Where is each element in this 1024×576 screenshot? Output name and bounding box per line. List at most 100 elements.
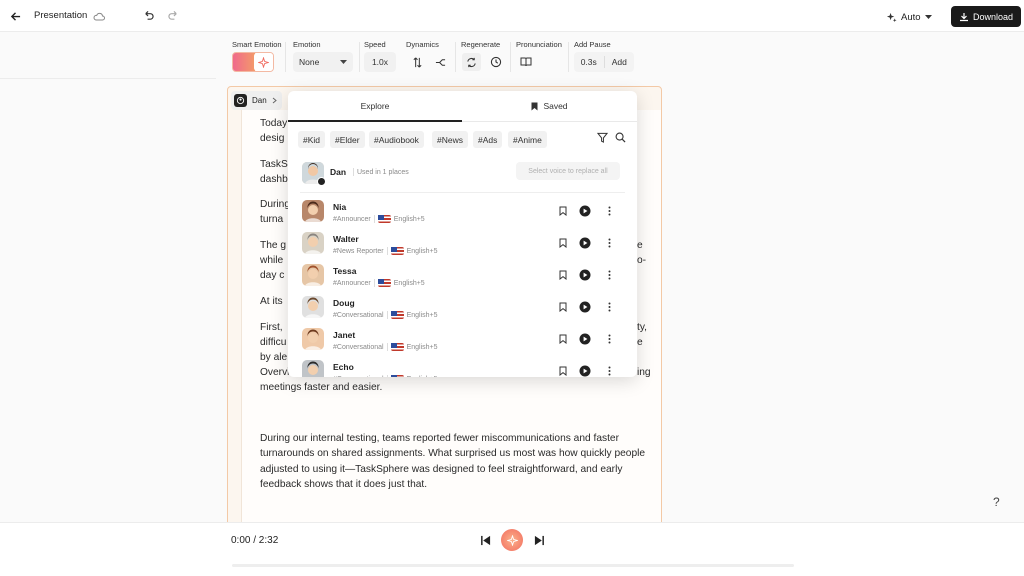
playback-time: 0:00 / 2:32 <box>231 535 279 546</box>
text-fragment: difficu <box>260 337 287 348</box>
smart-emotion-label: Smart Emotion <box>232 40 282 49</box>
smart-emotion-knob[interactable] <box>254 53 273 71</box>
more-options-icon[interactable] <box>603 301 615 313</box>
tag-chip[interactable]: #News <box>432 131 468 148</box>
tab-saved-label: Saved <box>543 101 568 111</box>
tab-saved[interactable]: Saved <box>462 91 637 121</box>
voice-name: Echo <box>333 362 354 372</box>
divider <box>0 78 216 79</box>
skip-back-icon[interactable] <box>479 534 491 546</box>
tag-chip[interactable]: #Anime <box>508 131 547 148</box>
voice-tag: #Conversational <box>333 376 384 378</box>
voice-meta: #Announcer English+5 <box>333 279 425 287</box>
us-flag-icon <box>377 279 391 287</box>
voice-tag: #Announcer <box>333 215 371 223</box>
progress-scrubber[interactable] <box>232 564 794 567</box>
voice-row[interactable]: Tessa #Announcer English+5 <box>288 264 637 296</box>
voice-tag: #Announcer <box>333 279 371 287</box>
text-fragment: e <box>637 240 643 251</box>
more-options-icon[interactable] <box>603 269 615 281</box>
search-icon[interactable] <box>614 131 626 143</box>
us-flag-icon <box>390 311 404 319</box>
text-fragment: The g <box>260 240 287 251</box>
undo-icon[interactable] <box>142 9 155 22</box>
replace-all-select[interactable]: Select voice to replace all <box>516 162 620 180</box>
download-button[interactable]: Download <box>951 6 1021 27</box>
bookmark-icon <box>531 102 538 110</box>
tag-chip[interactable]: #Ads <box>473 131 503 148</box>
dynamics-label: Dynamics <box>406 40 439 49</box>
play-preview-icon[interactable] <box>579 365 591 377</box>
sparkle-icon <box>258 56 269 68</box>
play-preview-icon[interactable] <box>579 269 591 281</box>
add-pause-button[interactable]: Add <box>605 57 635 67</box>
text-fragment: while <box>260 255 284 266</box>
voice-avatar <box>302 232 324 254</box>
text-fragment: Overvi <box>260 367 290 378</box>
text-fragment: TaskS <box>260 159 288 170</box>
play-preview-icon[interactable] <box>579 237 591 249</box>
bookmark-icon[interactable] <box>557 301 569 313</box>
voice-avatar <box>302 360 324 377</box>
voice-picker-popup: Explore Saved #Kid #Elder #Audiobook #Ne… <box>288 91 637 377</box>
back-arrow-icon[interactable] <box>8 9 22 23</box>
play-button[interactable] <box>501 529 523 551</box>
emotion-value: None <box>299 57 320 67</box>
more-options-icon[interactable] <box>603 205 615 217</box>
voice-meta: #Announcer English+5 <box>333 215 425 223</box>
play-preview-icon[interactable] <box>579 301 591 313</box>
speaker-avatar <box>234 94 247 107</box>
speed-value: 1.0x <box>371 57 389 67</box>
speaker-name: Dan <box>252 96 267 105</box>
chevron-right-icon <box>272 97 277 104</box>
active-tab-indicator <box>288 120 462 122</box>
pause-duration[interactable]: 0.3s <box>574 57 604 67</box>
play-preview-icon[interactable] <box>579 205 591 217</box>
regenerate-icon[interactable] <box>462 53 481 71</box>
text-fragment: e <box>637 337 643 348</box>
speaker-chip[interactable]: Dan <box>231 91 282 110</box>
more-options-icon[interactable] <box>603 237 615 249</box>
dynamics-swap-icon[interactable] <box>409 54 425 70</box>
bookmark-icon[interactable] <box>557 333 569 345</box>
voice-row[interactable]: Doug #Conversational English+5 <box>288 296 637 328</box>
skip-forward-icon[interactable] <box>533 534 545 546</box>
tag-chip[interactable]: #Audiobook <box>369 131 424 148</box>
play-preview-icon[interactable] <box>579 333 591 345</box>
pronunciation-book-icon[interactable] <box>518 54 534 70</box>
text-fragment: During <box>260 199 291 210</box>
bookmark-icon[interactable] <box>557 269 569 281</box>
redo-icon[interactable] <box>167 9 180 22</box>
caret-down-icon <box>924 14 932 19</box>
regenerate-label: Regenerate <box>461 40 501 49</box>
bookmark-icon[interactable] <box>557 365 569 377</box>
help-button[interactable]: ? <box>993 495 1000 509</box>
dynamics-branch-icon[interactable] <box>432 54 448 70</box>
tag-chip[interactable]: #Elder <box>330 131 365 148</box>
more-options-icon[interactable] <box>603 333 615 345</box>
voice-row[interactable]: Walter #News Reporter English+5 <box>288 232 637 264</box>
document-title[interactable]: Presentation <box>34 10 87 21</box>
tag-chip[interactable]: #Kid <box>298 131 326 148</box>
tab-explore[interactable]: Explore <box>288 91 462 121</box>
emotion-select[interactable]: None <box>293 52 353 72</box>
tab-explore-label: Explore <box>360 101 390 111</box>
history-icon[interactable] <box>488 54 504 70</box>
auto-mode-dropdown[interactable]: Auto <box>886 8 932 26</box>
voice-row[interactable]: Nia #Announcer English+5 <box>288 200 637 232</box>
voice-language: English+5 <box>393 215 425 223</box>
check-badge-icon <box>317 177 326 186</box>
more-options-icon[interactable] <box>603 365 615 377</box>
voice-meta: #Conversational English+5 <box>333 375 438 377</box>
voice-row[interactable]: Janet #Conversational English+5 <box>288 328 637 360</box>
filter-icon[interactable] <box>596 131 608 143</box>
voice-language: English+5 <box>406 247 438 255</box>
bookmark-icon[interactable] <box>557 237 569 249</box>
paragraph-line: During our internal testing, teams repor… <box>260 433 619 444</box>
auto-label: Auto <box>901 11 921 23</box>
voice-row[interactable]: Echo #Conversational English+5 <box>288 360 637 377</box>
voice-meta: #Conversational English+5 <box>333 311 438 319</box>
bookmark-icon[interactable] <box>557 205 569 217</box>
speed-select[interactable]: 1.0x <box>364 52 396 72</box>
sparkle-icon <box>506 534 518 546</box>
